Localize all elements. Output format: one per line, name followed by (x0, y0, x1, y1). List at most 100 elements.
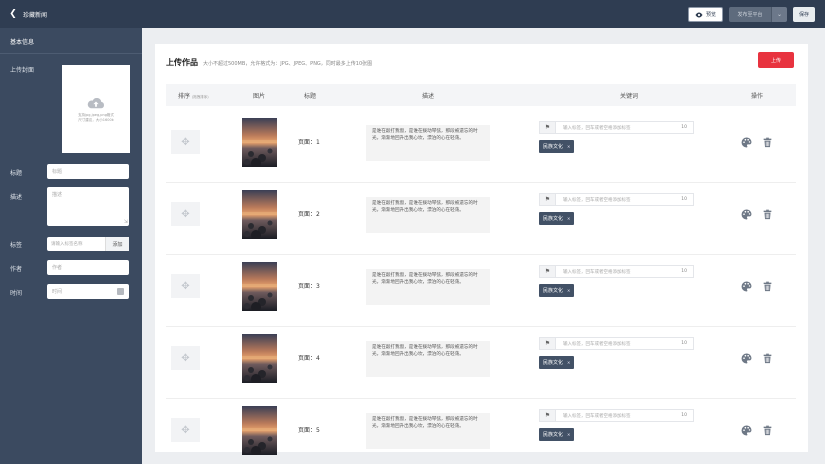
keyword-input[interactable]: ⚑ 输入标签，回车或者空格添加标签 10 (539, 193, 694, 206)
palette-icon[interactable] (741, 353, 752, 364)
keyword-placeholder: 输入标签，回车或者空格添加标签 (563, 269, 631, 275)
row-description[interactable]: 是谁在敲打我窗，是谁在拨动琴弦，那段被遗忘的时光，渐渐地回升出我心坎，漂泊的心在… (366, 413, 490, 449)
back-button[interactable]: ❮ (5, 0, 21, 28)
trash-icon[interactable] (762, 353, 773, 364)
tag-icon: ⚑ (540, 410, 556, 421)
sidebar-heading: 基本信息 (0, 28, 142, 54)
desc-placeholder: 描述 (52, 192, 63, 198)
preview-label: 预览 (705, 12, 716, 18)
artwork-thumbnail (242, 406, 277, 455)
move-icon[interactable]: ✥ (171, 418, 200, 442)
column-title: 标题 (304, 93, 317, 100)
row-description[interactable]: 是谁在敲打我窗，是谁在拨动琴弦，那段被遗忘的时光，渐渐地回升出我心坎，漂泊的心在… (366, 341, 490, 377)
keyword-count: 10 (681, 413, 687, 418)
palette-icon[interactable] (741, 209, 752, 220)
trash-icon[interactable] (762, 137, 773, 148)
artwork-thumbnail (242, 262, 277, 311)
tag-icon: ⚑ (540, 266, 556, 277)
move-icon[interactable]: ✥ (171, 130, 200, 154)
palette-icon[interactable] (741, 137, 752, 148)
move-icon[interactable]: ✥ (171, 346, 200, 370)
tag-icon: ⚑ (540, 194, 556, 205)
trash-icon[interactable] (762, 209, 773, 220)
upload-button[interactable]: 上传 (758, 52, 794, 68)
tag-label: 标签 (10, 242, 23, 249)
time-label: 时间 (10, 290, 23, 297)
close-icon[interactable]: ✕ (567, 144, 570, 149)
author-label: 作者 (10, 266, 23, 273)
keyword-placeholder: 输入标签，回车或者空格添加标签 (563, 413, 631, 419)
resize-handle-icon[interactable]: ⇲ (124, 219, 128, 225)
preview-button[interactable]: 预览 (687, 7, 723, 22)
close-icon[interactable]: ✕ (567, 288, 570, 293)
publish-button[interactable]: 发布至平台 (729, 7, 771, 22)
tag-icon: ⚑ (540, 338, 556, 349)
keyword-input[interactable]: ⚑ 输入标签，回车或者空格添加标签 10 (539, 409, 694, 422)
sidebar: 基本信息 上传封面 支持jpg,jpeg,png格式 尺寸建议，大小1600k 标… (0, 28, 142, 464)
row-title: 页面：2 (298, 211, 320, 218)
trash-icon[interactable] (762, 281, 773, 292)
author-input[interactable]: 作者 (47, 260, 129, 275)
chevron-left-icon: ❮ (9, 9, 17, 19)
card-description: 大小不超过500MB，允许格式为：JPG、JPEG、PNG，同时最多上传10张图 (203, 61, 373, 67)
chip-label: 民族文化 (543, 216, 564, 222)
keyword-count: 10 (681, 197, 687, 202)
eye-icon (695, 12, 703, 17)
keyword-chip: 民族文化 ✕ (539, 212, 575, 225)
page-title: 珍藏新闻 (23, 11, 48, 19)
keyword-count: 10 (681, 341, 687, 346)
keyword-count: 10 (681, 269, 687, 274)
keyword-placeholder: 输入标签，回车或者空格添加标签 (563, 197, 631, 203)
tag-input-group: 请输入标签名称 添加 (47, 237, 129, 251)
move-icon[interactable]: ✥ (171, 202, 200, 226)
tag-input[interactable]: 请输入标签名称 (47, 237, 105, 251)
cover-upload-area[interactable]: 支持jpg,jpeg,png格式 尺寸建议，大小1600k (62, 65, 130, 153)
row-description[interactable]: 是谁在敲打我窗，是谁在拨动琴弦，那段被遗忘的时光，渐渐地回升出我心坎，漂泊的心在… (366, 197, 490, 233)
keyword-input[interactable]: ⚑ 输入标签，回车或者空格添加标签 10 (539, 337, 694, 350)
keyword-input[interactable]: ⚑ 输入标签，回车或者空格添加标签 10 (539, 265, 694, 278)
desc-label: 描述 (10, 194, 23, 201)
palette-icon[interactable] (741, 281, 752, 292)
column-sort: 排序 (拖拽排序) (178, 93, 209, 100)
publish-split-button: 发布至平台 ⌄ (729, 7, 787, 22)
column-action: 操作 (751, 93, 764, 100)
table-row: ✥ 页面 (166, 400, 796, 464)
chevron-down-icon: ⌄ (776, 11, 783, 18)
close-icon[interactable]: ✕ (567, 432, 570, 437)
save-button[interactable]: 保存 (793, 7, 815, 22)
artwork-thumbnail (242, 118, 277, 167)
table-row: ✥ 页面 (166, 184, 796, 255)
column-image: 图片 (253, 93, 266, 100)
cover-hint: 支持jpg,jpeg,png格式 尺寸建议，大小1600k (78, 112, 114, 122)
palette-icon[interactable] (741, 425, 752, 436)
calendar-icon[interactable] (117, 288, 124, 295)
chip-label: 民族文化 (543, 432, 564, 438)
row-description[interactable]: 是谁在敲打我窗，是谁在拨动琴弦，那段被遗忘的时光，渐渐地回升出我心坎，漂泊的心在… (366, 125, 490, 161)
upload-card: 上传作品 大小不超过500MB，允许格式为：JPG、JPEG、PNG，同时最多上… (155, 44, 808, 455)
title-input[interactable]: 标题 (47, 164, 129, 179)
trash-icon[interactable] (762, 425, 773, 436)
table-row: ✥ 页面 (166, 112, 796, 183)
title-label: 标题 (10, 170, 23, 177)
chip-label: 民族文化 (543, 288, 564, 294)
keyword-placeholder: 输入标签，回车或者空格添加标签 (563, 341, 631, 347)
keyword-chip: 民族文化 ✕ (539, 428, 575, 441)
keyword-chip: 民族文化 ✕ (539, 356, 575, 369)
move-icon[interactable]: ✥ (171, 274, 200, 298)
row-description[interactable]: 是谁在敲打我窗，是谁在拨动琴弦，那段被遗忘的时光，渐渐地回升出我心坎，漂泊的心在… (366, 269, 490, 305)
table-row: ✥ 页面 (166, 256, 796, 327)
close-icon[interactable]: ✕ (567, 360, 570, 365)
keyword-chip: 民族文化 ✕ (539, 284, 575, 297)
keyword-input[interactable]: ⚑ 输入标签，回车或者空格添加标签 10 (539, 121, 694, 134)
row-title: 页面：5 (298, 427, 320, 434)
row-title: 页面：3 (298, 283, 320, 290)
publish-dropdown[interactable]: ⌄ (771, 7, 787, 22)
time-input[interactable]: 时间 (47, 284, 129, 299)
tag-icon: ⚑ (540, 122, 556, 133)
keyword-chip: 民族文化 ✕ (539, 140, 575, 153)
keyword-count: 10 (681, 125, 687, 130)
tag-add-button[interactable]: 添加 (105, 237, 129, 251)
close-icon[interactable]: ✕ (567, 216, 570, 221)
desc-textarea[interactable]: 描述 ⇲ (47, 187, 129, 226)
card-title: 上传作品 (166, 58, 198, 67)
